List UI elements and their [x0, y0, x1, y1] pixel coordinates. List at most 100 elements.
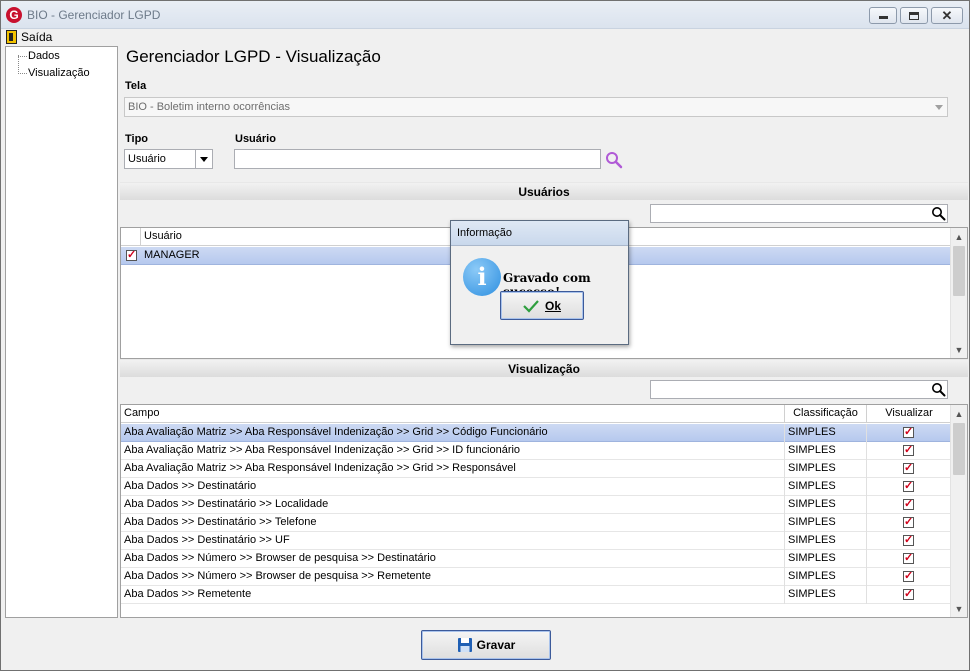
classificacao-cell: SIMPLES — [785, 550, 867, 568]
table-row[interactable]: Aba Dados >> Destinatário >> Localidade … — [121, 496, 951, 514]
users-section-header: Usuários — [120, 182, 968, 200]
page-title: Gerenciador LGPD - Visualização — [126, 47, 381, 66]
visual-search-input[interactable] — [650, 380, 948, 399]
minimize-button[interactable] — [869, 7, 897, 24]
campo-cell: Aba Avaliação Matriz >> Aba Responsável … — [121, 424, 785, 442]
table-row[interactable]: Aba Avaliação Matriz >> Aba Responsável … — [121, 442, 951, 460]
save-button-label: Gravar — [476, 638, 516, 652]
ok-button[interactable]: Ok — [500, 291, 584, 320]
campo-cell: Aba Dados >> Remetente — [121, 586, 785, 604]
exit-door-icon — [6, 30, 17, 44]
chevron-down-icon — [195, 150, 212, 168]
classificacao-cell: SIMPLES — [785, 496, 867, 514]
classificacao-cell: SIMPLES — [785, 460, 867, 478]
checkbox-checked-icon[interactable] — [126, 248, 137, 261]
campo-cell: Aba Dados >> Destinatário — [121, 478, 785, 496]
tipo-select[interactable]: Usuário — [124, 149, 213, 169]
tree-item-visualizacao[interactable]: Visualização — [28, 67, 90, 79]
checkbox-checked-icon[interactable] — [903, 461, 914, 474]
info-dialog: Informação i Gravado com sucesso! Ok — [450, 220, 629, 345]
campo-cell: Aba Dados >> Número >> Browser de pesqui… — [121, 550, 785, 568]
checkmark-icon — [523, 299, 539, 313]
checkbox-checked-icon[interactable] — [903, 443, 914, 456]
menu-exit[interactable]: Saída — [6, 29, 52, 45]
users-grid-scrollbar[interactable]: ▲ ▼ — [950, 228, 967, 358]
table-row[interactable]: Aba Avaliação Matriz >> Aba Responsável … — [121, 424, 951, 442]
save-button[interactable]: Gravar — [421, 630, 551, 660]
scroll-down-icon[interactable]: ▼ — [951, 341, 967, 358]
search-icon[interactable] — [931, 206, 946, 221]
tipo-label: Tipo — [125, 133, 149, 145]
users-grid-check-header — [121, 228, 141, 246]
visual-grid-column-visualizar[interactable]: Visualizar — [867, 405, 951, 423]
info-icon: i — [463, 258, 501, 296]
dialog-title[interactable]: Informação — [451, 221, 628, 246]
classificacao-cell: SIMPLES — [785, 586, 867, 604]
checkbox-checked-icon[interactable] — [903, 497, 914, 510]
chevron-down-icon — [930, 98, 947, 116]
table-row[interactable]: Aba Dados >> Número >> Browser de pesqui… — [121, 550, 951, 568]
app-window: G BIO - Gerenciador LGPD ✕ Saída Dados V… — [0, 0, 970, 671]
table-row[interactable]: Aba Dados >> Destinatário >> UF SIMPLES — [121, 532, 951, 550]
campo-cell: Aba Avaliação Matriz >> Aba Responsável … — [121, 442, 785, 460]
ok-button-label: Ok — [544, 298, 561, 313]
close-icon: ✕ — [941, 7, 953, 23]
visual-grid-header: Campo Classificação Visualizar — [121, 405, 951, 423]
tela-select[interactable]: BIO - Boletim interno ocorrências — [124, 97, 948, 117]
tree-connector — [18, 56, 27, 57]
maximize-button[interactable] — [900, 7, 928, 24]
checkbox-checked-icon[interactable] — [903, 587, 914, 600]
checkbox-checked-icon[interactable] — [903, 569, 914, 582]
visual-grid: Campo Classificação Visualizar Aba Avali… — [120, 404, 968, 618]
floppy-disk-icon — [457, 638, 472, 652]
close-button[interactable]: ✕ — [931, 7, 963, 24]
tela-select-value: BIO - Boletim interno ocorrências — [128, 101, 291, 113]
table-row[interactable]: Aba Dados >> Destinatário >> Telefone SI… — [121, 514, 951, 532]
table-row[interactable]: Aba Dados >> Número >> Browser de pesqui… — [121, 568, 951, 586]
usuario-input[interactable] — [234, 149, 601, 169]
campo-cell: Aba Dados >> Destinatário >> Telefone — [121, 514, 785, 532]
campo-cell: Aba Dados >> Número >> Browser de pesqui… — [121, 568, 785, 586]
campo-cell: Aba Dados >> Destinatário >> UF — [121, 532, 785, 550]
checkbox-checked-icon[interactable] — [903, 425, 914, 438]
scroll-down-icon[interactable]: ▼ — [951, 600, 967, 617]
navigation-tree: Dados Visualização — [5, 46, 118, 618]
scroll-thumb[interactable] — [953, 423, 965, 475]
campo-cell: Aba Dados >> Destinatário >> Localidade — [121, 496, 785, 514]
table-row[interactable]: Aba Avaliação Matriz >> Aba Responsável … — [121, 460, 951, 478]
search-user-icon[interactable] — [605, 151, 623, 169]
classificacao-cell: SIMPLES — [785, 568, 867, 586]
tree-connector — [18, 73, 27, 74]
menu-exit-label: Saída — [21, 30, 53, 44]
tela-label: Tela — [125, 80, 147, 92]
classificacao-cell: SIMPLES — [785, 478, 867, 496]
visual-grid-column-campo[interactable]: Campo — [121, 405, 785, 423]
scroll-up-icon[interactable]: ▲ — [951, 405, 967, 422]
visual-section-header: Visualização — [120, 359, 968, 377]
menu-bar: Saída — [1, 29, 969, 45]
checkbox-checked-icon[interactable] — [903, 515, 914, 528]
campo-cell: Aba Avaliação Matriz >> Aba Responsável … — [121, 460, 785, 478]
scroll-thumb[interactable] — [953, 246, 965, 296]
tree-connector — [18, 55, 19, 74]
visual-grid-column-classificacao[interactable]: Classificação — [785, 405, 867, 423]
table-row[interactable]: Aba Dados >> Destinatário SIMPLES — [121, 478, 951, 496]
classificacao-cell: SIMPLES — [785, 532, 867, 550]
tipo-select-value: Usuário — [128, 153, 166, 165]
maximize-icon — [909, 11, 919, 20]
search-icon[interactable] — [931, 382, 946, 397]
table-row[interactable]: Aba Dados >> Remetente SIMPLES — [121, 586, 951, 604]
tree-item-dados[interactable]: Dados — [28, 50, 60, 62]
minimize-icon — [878, 16, 888, 19]
usuario-label: Usuário — [235, 133, 276, 145]
scroll-up-icon[interactable]: ▲ — [951, 228, 967, 245]
visual-grid-scrollbar[interactable]: ▲ ▼ — [950, 405, 967, 617]
classificacao-cell: SIMPLES — [785, 424, 867, 442]
title-bar[interactable]: G BIO - Gerenciador LGPD ✕ — [1, 1, 969, 29]
users-search-input[interactable] — [650, 204, 948, 223]
app-logo-icon: G — [6, 7, 22, 23]
checkbox-checked-icon[interactable] — [903, 479, 914, 492]
checkbox-checked-icon[interactable] — [903, 551, 914, 564]
checkbox-checked-icon[interactable] — [903, 533, 914, 546]
classificacao-cell: SIMPLES — [785, 514, 867, 532]
